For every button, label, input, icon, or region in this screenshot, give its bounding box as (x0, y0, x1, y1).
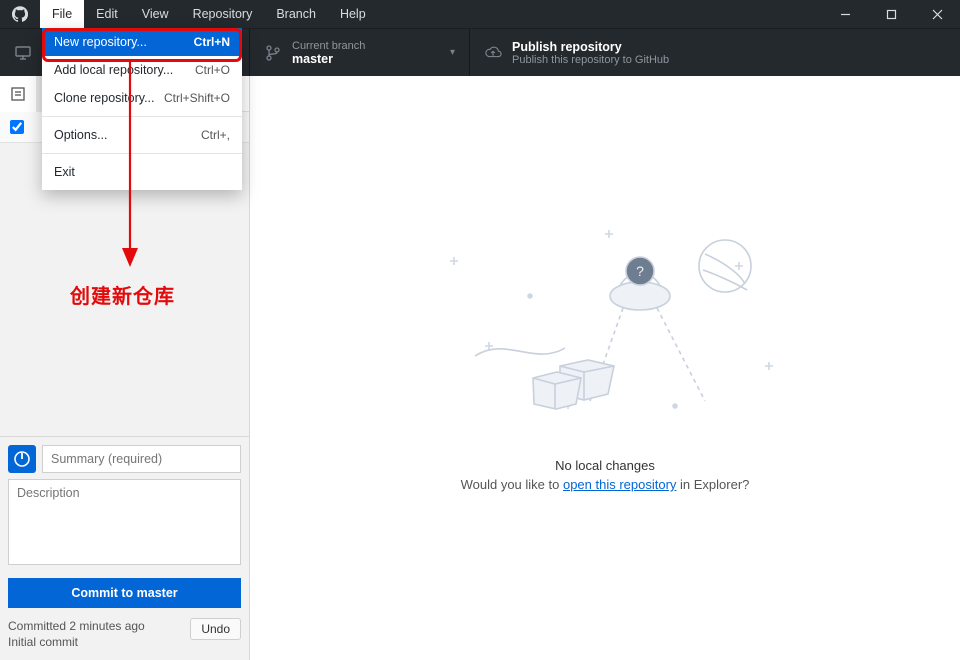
file-dropdown: New repository... Ctrl+N Add local repos… (42, 28, 242, 190)
menu-item-label: Add local repository... (54, 63, 173, 77)
menu-separator (42, 153, 242, 154)
menu-help[interactable]: Help (328, 0, 378, 28)
menu-item-shortcut: Ctrl+Shift+O (164, 91, 230, 105)
menu-file[interactable]: File (40, 0, 84, 28)
menu-item-label: Exit (54, 165, 75, 179)
menubar: File Edit View Repository Branch Help (40, 0, 378, 28)
undo-button[interactable]: Undo (190, 618, 241, 640)
maximize-button[interactable] (868, 0, 914, 28)
tab-changes[interactable] (0, 76, 36, 112)
menu-repository[interactable]: Repository (181, 0, 265, 28)
commit-button[interactable]: Commit to master (8, 578, 241, 608)
empty-subtitle: Would you like to open this repository i… (250, 477, 960, 492)
empty-title: No local changes (250, 458, 960, 473)
window-controls (822, 0, 960, 28)
current-branch-selector[interactable]: Current branch master ▾ (250, 29, 470, 76)
menu-new-repository[interactable]: New repository... Ctrl+N (42, 28, 242, 56)
avatar (8, 445, 36, 473)
empty-illustration: ? (415, 226, 795, 446)
empty-state: ? No local changes Would (250, 226, 960, 492)
commit-button-prefix: Commit to (71, 586, 136, 600)
last-commit-time: Committed 2 minutes ago (8, 618, 190, 634)
menu-item-label: Clone repository... (54, 91, 155, 105)
menu-exit[interactable]: Exit (42, 158, 242, 186)
commit-panel: Commit to master Committed 2 minutes ago… (0, 436, 249, 660)
menu-branch[interactable]: Branch (264, 0, 328, 28)
publish-title: Publish repository (512, 40, 669, 54)
chevron-down-icon: ▾ (420, 47, 455, 58)
summary-input[interactable] (42, 445, 241, 473)
current-branch-value: master (292, 52, 365, 66)
menu-item-label: New repository... (54, 35, 147, 49)
menu-view[interactable]: View (130, 0, 181, 28)
menu-item-shortcut: Ctrl+, (201, 128, 230, 142)
cloud-upload-icon (484, 44, 502, 62)
close-button[interactable] (914, 0, 960, 28)
annotation-text: 创建新仓库 (70, 280, 175, 309)
power-icon (13, 450, 31, 468)
branch-icon (264, 44, 282, 62)
menu-item-shortcut: Ctrl+O (195, 63, 230, 77)
current-branch-label: Current branch (292, 40, 365, 52)
menu-clone-repository[interactable]: Clone repository... Ctrl+Shift+O (42, 84, 242, 112)
description-input[interactable] (8, 479, 241, 565)
open-repository-link[interactable]: open this repository (563, 477, 676, 492)
last-commit-msg: Initial commit (8, 634, 190, 650)
minimize-button[interactable] (822, 0, 868, 28)
empty-sub-b: in Explorer? (676, 477, 749, 492)
changes-icon (10, 86, 26, 102)
titlebar: File Edit View Repository Branch Help (0, 0, 960, 28)
publish-repository-button[interactable]: Publish repository Publish this reposito… (470, 29, 960, 76)
menu-edit[interactable]: Edit (84, 0, 130, 28)
select-all-checkbox[interactable] (10, 120, 24, 134)
publish-subtitle: Publish this repository to GitHub (512, 54, 669, 66)
menu-add-local-repository[interactable]: Add local repository... Ctrl+O (42, 56, 242, 84)
menu-item-label: Options... (54, 128, 108, 142)
svg-text:?: ? (636, 263, 644, 279)
github-logo-icon (0, 0, 40, 28)
menu-item-shortcut: Ctrl+N (194, 35, 230, 49)
commit-button-branch: master (137, 586, 178, 600)
main-content: ? No local changes Would (250, 76, 960, 660)
monitor-icon (14, 44, 32, 62)
menu-separator (42, 116, 242, 117)
menu-options[interactable]: Options... Ctrl+, (42, 121, 242, 149)
empty-sub-a: Would you like to (461, 477, 563, 492)
